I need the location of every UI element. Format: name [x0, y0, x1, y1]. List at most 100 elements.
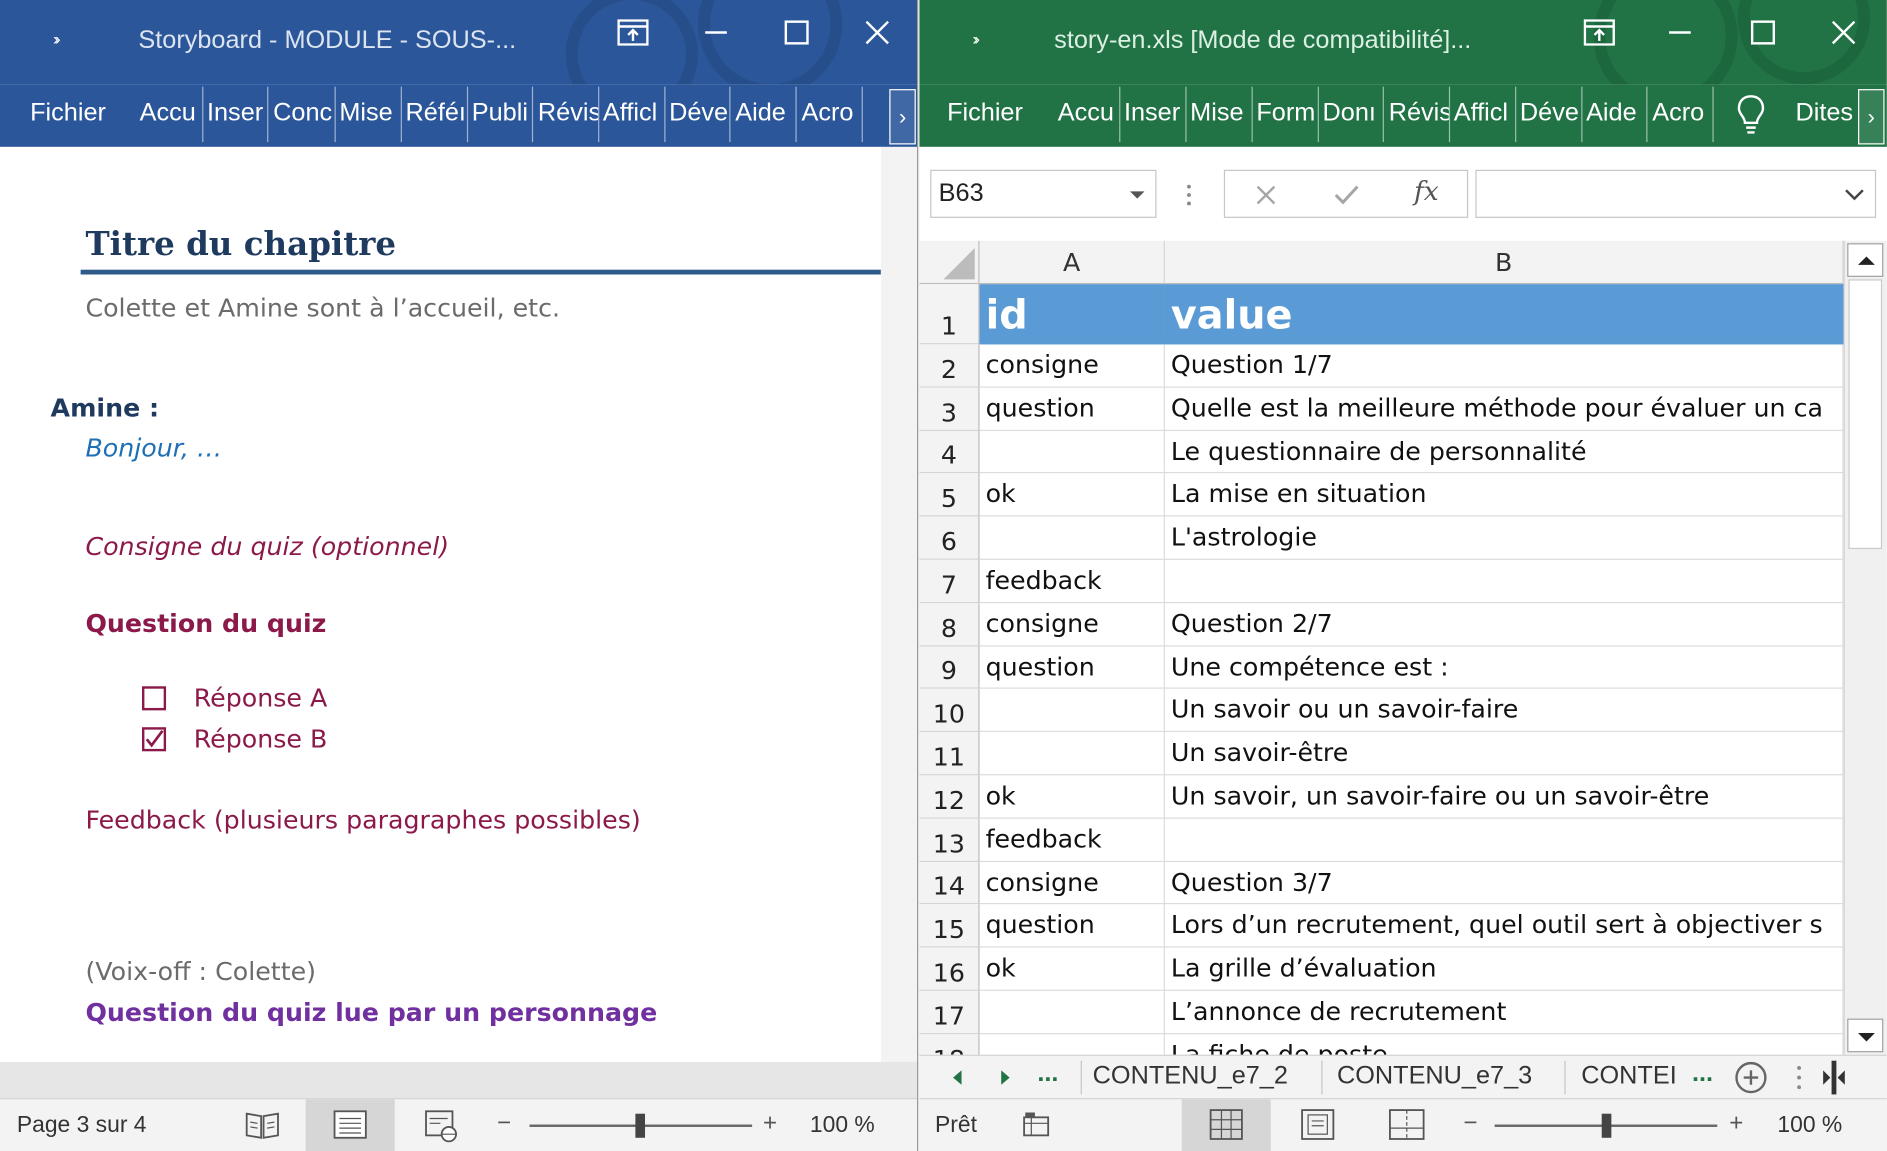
sheet-tab[interactable]: CONTENU_e7_3 [1337, 1062, 1532, 1091]
tab-affichage[interactable]: Afficl [598, 99, 663, 128]
cell-value[interactable]: Question 3/7 [1164, 862, 1844, 905]
cell-id[interactable]: question [979, 904, 1165, 948]
tab-mise-en-page[interactable]: Mise [1185, 99, 1250, 128]
tab-developpeur[interactable]: Déve [1515, 99, 1580, 128]
tab-formules[interactable]: Form [1252, 99, 1317, 128]
row-header[interactable]: 1 [919, 284, 980, 345]
zoom-in-button[interactable]: + [1729, 1110, 1743, 1138]
cell-id[interactable]: ok [979, 947, 1165, 991]
cell-value[interactable]: Un savoir-être [1164, 732, 1844, 776]
cell-value[interactable]: L’annonce de recrutement [1164, 990, 1844, 1035]
cell-id[interactable]: feedback [979, 559, 1165, 604]
ribbon-display-options-icon[interactable] [609, 14, 657, 50]
cell-id[interactable] [979, 688, 1165, 733]
cell-value[interactable] [1164, 818, 1844, 863]
tab-acrobat[interactable]: Acro [797, 99, 862, 128]
row-header[interactable]: 12 [919, 775, 980, 819]
tab-fichier[interactable]: Fichier [942, 99, 1023, 128]
maximize-icon[interactable] [1739, 14, 1787, 50]
cell-value[interactable]: Un savoir, un savoir-faire ou un savoir-… [1164, 775, 1844, 819]
tab-insertion[interactable]: Inser [1119, 99, 1184, 128]
cell-value[interactable] [1164, 559, 1844, 604]
row-header[interactable]: 17 [919, 990, 980, 1035]
lightbulb-icon[interactable] [1737, 94, 1766, 142]
more-sheets-right[interactable]: ... [1692, 1060, 1713, 1089]
tab-fichier[interactable]: Fichier [25, 99, 106, 128]
enter-check-icon[interactable] [1333, 184, 1359, 206]
select-all-button[interactable] [919, 240, 980, 285]
row-header[interactable]: 13 [919, 818, 980, 863]
cell-value[interactable]: La mise en situation [1164, 473, 1844, 517]
cell-id[interactable]: question [979, 387, 1165, 432]
row-header[interactable]: 11 [919, 732, 980, 776]
tab-revision[interactable]: Révis [1384, 99, 1449, 128]
close-icon[interactable] [853, 14, 901, 50]
tab-conception[interactable]: Conc [268, 99, 333, 128]
cell-value[interactable]: Lors d’un recrutement, quel outil sert à… [1164, 904, 1844, 948]
web-layout-icon[interactable] [424, 1109, 460, 1150]
tab-developpeur[interactable]: Déve [664, 99, 729, 128]
tab-accueil[interactable]: Accu [1053, 99, 1118, 128]
cell-value[interactable]: Quelle est la meilleure méthode pour éva… [1164, 387, 1844, 432]
column-header-a[interactable]: A [979, 240, 1165, 285]
row-header[interactable]: 15 [919, 904, 980, 948]
add-sheet-icon[interactable] [1734, 1061, 1768, 1095]
cell-value[interactable]: Une compétence est : [1164, 646, 1844, 689]
cell-id[interactable] [979, 516, 1165, 560]
row-header[interactable]: 6 [919, 516, 980, 560]
more-sheets-left[interactable]: ... [1037, 1060, 1058, 1089]
formula-input[interactable] [1475, 169, 1877, 218]
tell-me-box[interactable]: Dites [1791, 99, 1853, 128]
quick-access-toolbar[interactable]: ›› [53, 29, 61, 48]
zoom-slider-thumb[interactable] [635, 1113, 646, 1138]
row-header[interactable]: 9 [919, 646, 980, 689]
cell-id[interactable] [979, 990, 1165, 1035]
tab-publipostage[interactable]: Publi [467, 99, 532, 128]
sheet-tab[interactable]: CONTEI [1581, 1062, 1692, 1091]
tab-accueil[interactable]: Accu [135, 99, 200, 128]
horizontal-split-icon[interactable] [1822, 1060, 1846, 1096]
tab-aide[interactable]: Aide [730, 99, 795, 128]
page-break-view-icon[interactable] [1389, 1109, 1425, 1140]
tab-references[interactable]: Réféı [401, 99, 466, 128]
cell-id[interactable] [979, 431, 1165, 474]
tab-revision[interactable]: Révis [533, 99, 598, 128]
document-page[interactable]: Titre du chapitre Colette et Amine sont … [0, 146, 881, 1062]
zoom-slider-thumb[interactable] [1601, 1113, 1612, 1138]
page-layout-view-icon[interactable] [1301, 1109, 1335, 1140]
scroll-down-button[interactable] [1847, 1018, 1884, 1053]
previous-sheet-icon[interactable] [949, 1068, 966, 1087]
row-header[interactable]: 16 [919, 947, 980, 991]
cell-value[interactable]: Un savoir ou un savoir-faire [1164, 688, 1844, 733]
cell-value[interactable]: Question 2/7 [1164, 603, 1844, 647]
zoom-level[interactable]: 100 % [1777, 1112, 1842, 1138]
cell-id[interactable]: consigne [979, 344, 1165, 388]
page-counter[interactable]: Page 3 sur 4 [17, 1112, 147, 1138]
insert-function-button[interactable]: fx [1414, 177, 1439, 207]
tab-split-grip-icon[interactable] [1795, 1064, 1802, 1090]
next-sheet-icon[interactable] [996, 1068, 1013, 1087]
row-header[interactable]: 10 [919, 688, 980, 733]
sheet-tab[interactable]: CONTENU_e7_2 [1093, 1062, 1288, 1091]
tab-donnees[interactable]: Donı [1318, 99, 1383, 128]
vertical-scrollbar[interactable] [1843, 240, 1887, 1055]
tab-aide[interactable]: Aide [1581, 99, 1646, 128]
quick-access-toolbar[interactable]: ›› [972, 29, 980, 48]
scroll-thumb[interactable] [1848, 279, 1883, 550]
cell-id[interactable] [979, 732, 1165, 776]
row-header[interactable]: 14 [919, 862, 980, 905]
name-box[interactable]: B63 [930, 169, 1157, 218]
zoom-level[interactable]: 100 % [810, 1112, 875, 1138]
normal-view-icon[interactable] [1181, 1099, 1271, 1151]
tab-acrobat[interactable]: Acro [1647, 99, 1712, 128]
row-header[interactable]: 2 [919, 344, 980, 388]
cancel-icon[interactable] [1255, 184, 1277, 206]
row-header[interactable]: 7 [919, 559, 980, 604]
minimize-icon[interactable] [692, 14, 740, 50]
cell-id[interactable]: ok [979, 775, 1165, 819]
print-layout-icon[interactable] [305, 1099, 395, 1151]
minimize-icon[interactable] [1656, 14, 1704, 50]
scroll-up-button[interactable] [1847, 243, 1884, 277]
tab-affichage[interactable]: Afficl [1449, 99, 1514, 128]
ribbon-scroll-right-button[interactable]: › [889, 89, 916, 145]
